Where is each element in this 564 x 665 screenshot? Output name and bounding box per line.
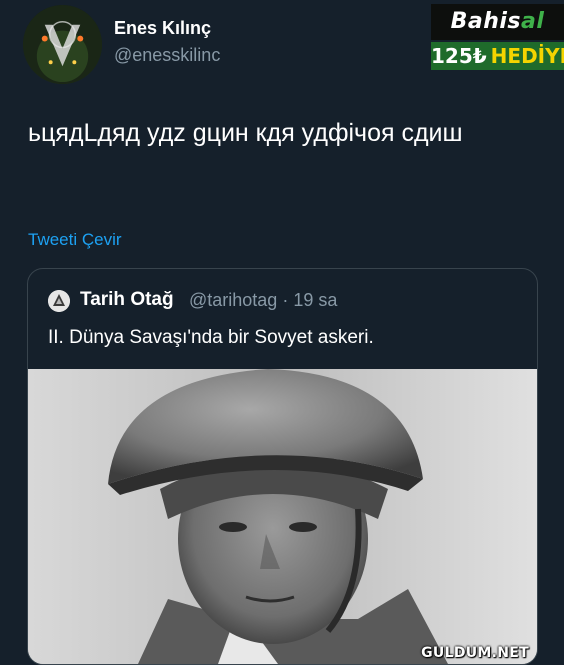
watermark: GULDUM.NET <box>421 645 529 661</box>
ad-banner[interactable]: Bahisal 125₺HEDİYE <box>431 4 564 70</box>
quote-author-avatar[interactable] <box>48 290 70 312</box>
ad-offer: 125₺HEDİYE <box>431 42 564 70</box>
tweet-text: ьцядLдяд удz gцин кдя удфічоя сдиш <box>28 119 463 147</box>
ad-gift-label: HEDİYE <box>490 44 564 68</box>
quote-author-meta: @tarihotag · 19 sa <box>189 290 338 310</box>
author-avatar[interactable] <box>23 5 102 84</box>
ad-brand: Bahisal <box>431 4 564 40</box>
ad-brand-part2: al <box>521 9 545 34</box>
translate-tweet-link[interactable]: Tweeti Çevir <box>28 230 122 250</box>
soldier-photo[interactable]: GULDUM.NET <box>28 369 537 664</box>
quote-text: II. Dünya Savaşı'nda bir Sovyet askeri. <box>48 327 374 348</box>
author-handle[interactable]: @enesskilinc <box>114 45 220 66</box>
ad-brand-part1: Bahis <box>450 9 522 34</box>
quoted-tweet-card[interactable]: Tarih Otağ @tarihotag · 19 sa II. Dünya … <box>27 268 538 665</box>
quote-author-name[interactable]: Tarih Otağ <box>80 289 174 311</box>
author-name[interactable]: Enes Kılınç <box>114 18 211 39</box>
ad-amount: 125₺ <box>431 44 487 68</box>
